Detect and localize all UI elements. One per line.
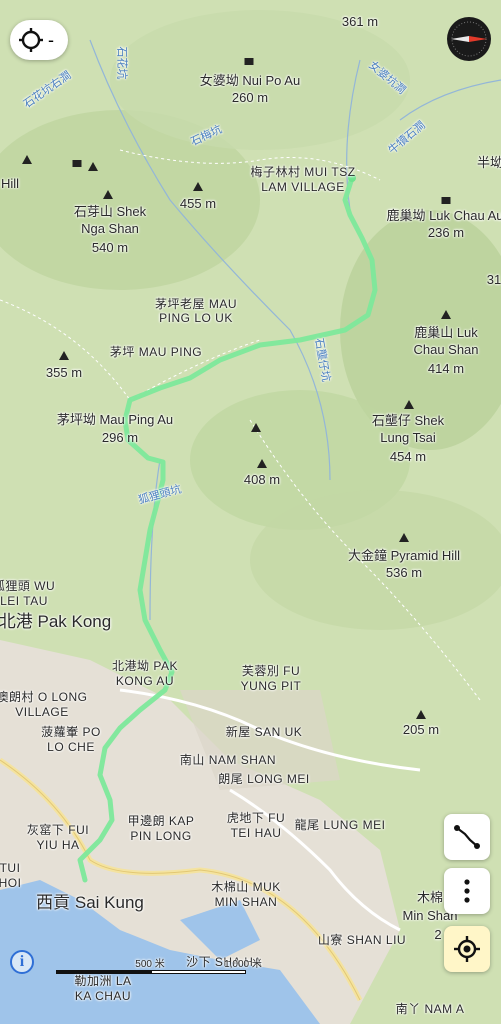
label-pak-kong: 北港 Pak Kong xyxy=(0,612,112,631)
hut-icon xyxy=(244,58,254,65)
label-kau-chau: KA CHAU xyxy=(74,989,132,1003)
label-luk-chau-au-height: 236 m xyxy=(427,225,465,240)
label-shan-liu: 山寮 SHAN LIU xyxy=(317,933,407,947)
label-mui-tsz-lam: 梅子林村 MUI TSZ xyxy=(250,165,356,179)
label-shek-nga-shan: 石芽山 Shek xyxy=(73,204,147,219)
label-muk-min-shan-right: 木棉 xyxy=(416,890,444,905)
crosshair-icon xyxy=(19,28,43,52)
label-wu-lei-tau: LEI TAU xyxy=(0,594,48,608)
label-peak-355: 355 m xyxy=(45,365,83,380)
label-san-uk: 新屋 SAN UK xyxy=(225,725,303,739)
label-fu-tei-ha: 虎地下 FU xyxy=(226,811,286,825)
peak-icon xyxy=(193,182,203,191)
label-nui-po-au-height: 260 m xyxy=(231,90,269,105)
label-fu-yung-pit: YUNG PIT xyxy=(240,679,302,693)
label-shek-nga-shan-height: 540 m xyxy=(91,240,129,255)
more-vertical-icon xyxy=(464,879,470,903)
compass-button[interactable] xyxy=(447,17,491,61)
peak-icon xyxy=(441,310,451,319)
label-o-long: VILLAGE xyxy=(15,705,69,719)
label-o-long: 澳朗村 O LONG xyxy=(0,690,88,704)
peak-icon xyxy=(103,190,113,199)
label-fui-yiu-ha: 灰窰下 FUI xyxy=(26,823,90,837)
route-icon xyxy=(454,825,480,849)
label-peak-205: 205 m xyxy=(402,722,440,737)
label-luk-chau-shan: Chau Shan xyxy=(413,342,479,357)
label-kap-pin-long: PIN LONG xyxy=(130,829,192,843)
peak-icon xyxy=(251,423,261,432)
label-fui-yiu-ha: YIU HA xyxy=(36,838,80,852)
peak-icon xyxy=(88,162,98,171)
label-shek-lung-tsai: Lung Tsai xyxy=(380,430,436,445)
label-edge: 31 xyxy=(486,272,501,287)
label-fu-tei-ha: TEI HAU xyxy=(230,826,282,840)
label-po-lo-che: 菠蘿輋 PO xyxy=(41,725,101,739)
peak-icon xyxy=(257,459,267,468)
label-shek-lung-tsai: 石壟仔 Shek xyxy=(371,413,445,428)
more-options-button[interactable] xyxy=(444,868,490,914)
label-edge: 2 xyxy=(434,927,442,942)
label-luk-chau-shan: 鹿巢山 Luk xyxy=(414,325,478,340)
info-button[interactable]: i xyxy=(10,950,34,974)
label-wu-lei-tau: 狐狸頭 WU xyxy=(0,579,56,593)
label-pyramid-hill-height: 536 m xyxy=(385,565,423,580)
peak-icon xyxy=(59,351,69,360)
label-nui-po-au: 女婆坳 Nui Po Au xyxy=(199,73,301,88)
label-pak-kong-au: 北港坳 PAK xyxy=(112,659,178,673)
label-long-mei: 朗尾 LONG MEI xyxy=(218,772,310,786)
label-mau-ping: 茅坪 MAU PING xyxy=(109,345,203,359)
info-icon: i xyxy=(19,953,25,970)
label-hoi: HOI xyxy=(0,876,22,890)
compass-icon xyxy=(451,21,487,57)
my-location-button[interactable] xyxy=(444,926,490,972)
locate-toggle-button[interactable]: - xyxy=(10,20,68,60)
label-luk-chau-shan-height: 414 m xyxy=(427,361,465,376)
peak-icon xyxy=(416,710,426,719)
peak-icon xyxy=(404,400,414,409)
label-shek-lung-tsai-height: 454 m xyxy=(389,449,427,464)
label-kap-pin-long: 甲邊朗 KAP xyxy=(127,814,195,828)
label-muk-min-shan: 木棉山 MUK xyxy=(211,880,281,894)
my-location-icon xyxy=(454,936,480,962)
scale-label-1000: 1,000 米 xyxy=(224,959,262,970)
route-button[interactable] xyxy=(444,814,490,860)
label-pak-kong-au: KONG AU xyxy=(115,674,175,688)
peak-icon xyxy=(399,533,409,542)
label-mui-tsz-lam: LAM VILLAGE xyxy=(261,180,345,194)
label-luk-chau-au: 鹿巢坳 Luk Chau Au xyxy=(386,208,501,223)
label-peak-408: 408 m xyxy=(243,472,281,487)
label-fu-yung-pit: 芙蓉別 FU xyxy=(241,664,301,678)
hut-icon xyxy=(72,160,82,167)
label-mau-ping-lo-uk: PING LO UK xyxy=(159,311,233,325)
label-nam-shan: 南山 NAM SHAN xyxy=(179,753,277,767)
peak-icon xyxy=(22,155,32,164)
label-tui: TUI xyxy=(0,861,21,875)
label-lung-mei: 龍尾 LUNG MEI xyxy=(294,818,386,832)
label-peak-361: 361 m xyxy=(341,14,379,29)
label-mau-ping-au: 茅坪坳 Mau Ping Au xyxy=(56,412,174,427)
label-po-lo-che: LO CHE xyxy=(47,740,95,754)
label-peak-455: 455 m xyxy=(179,196,217,211)
locate-status: - xyxy=(48,29,54,50)
label-mau-ping-au-height: 296 m xyxy=(101,430,139,445)
hut-icon xyxy=(441,197,451,204)
label-hill: Hill xyxy=(0,176,20,191)
label-muk-min-shan: MIN SHAN xyxy=(214,895,278,909)
label-pyramid-hill: 大金鐘 Pyramid Hill xyxy=(348,548,460,563)
label-nam-a: 南丫 NAM A xyxy=(395,1002,465,1016)
label-stream: 石花坑 xyxy=(115,46,128,80)
label-shek-nga-shan: Nga Shan xyxy=(81,221,139,236)
label-sai-kung: 西貢 Sai Kung xyxy=(36,893,144,912)
scale-label-500: 500 米 xyxy=(135,959,165,970)
label-bun: 半坳 xyxy=(476,155,501,170)
map-canvas[interactable] xyxy=(0,0,501,1024)
